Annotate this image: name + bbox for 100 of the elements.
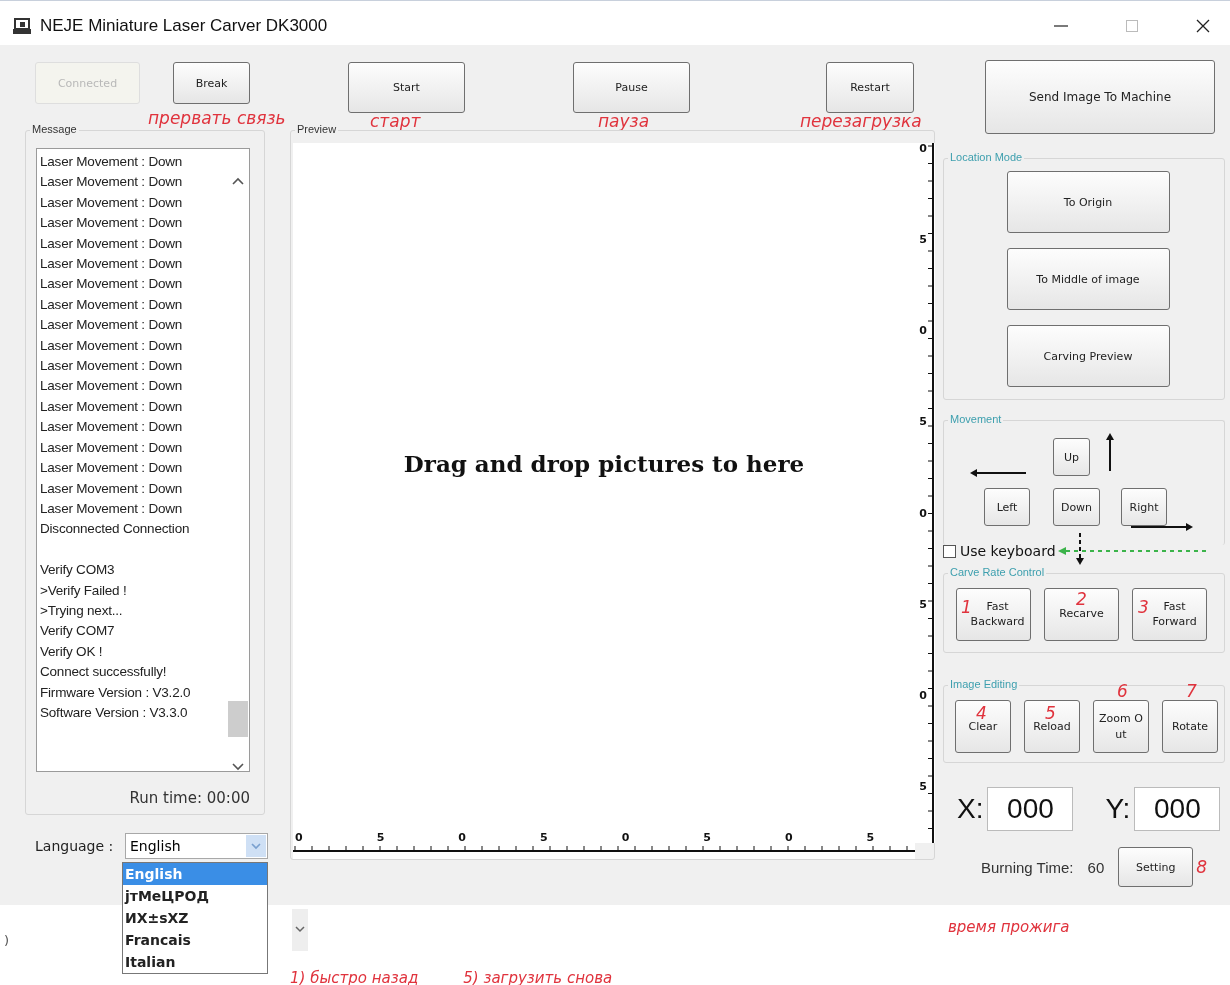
dotted-arrow-icon: [1057, 547, 1208, 555]
ruler-label: 5: [539, 832, 548, 844]
scrollbar-thumb[interactable]: [228, 701, 248, 737]
message-line: >Verify Failed !: [40, 581, 128, 600]
ruler-label: 5: [919, 781, 927, 793]
ruler-label: 5: [376, 832, 385, 844]
ruler-label: 5: [866, 832, 875, 844]
ruler-label: 5: [919, 234, 927, 247]
annotation: старт: [370, 111, 421, 131]
image-editing-button[interactable]: Zoom Out: [1093, 700, 1149, 753]
y-label: Y:: [1105, 793, 1131, 825]
annotation: время прожига: [948, 918, 1070, 936]
checkbox-label: Use keyboard: [960, 543, 1056, 559]
x-field[interactable]: 000: [987, 787, 1074, 831]
annotation-number: 6: [1117, 682, 1128, 700]
right-button[interactable]: Right: [1121, 488, 1167, 526]
message-line: Laser Movement : Down: [40, 234, 184, 253]
ruler-label: 0: [621, 832, 630, 844]
down-button[interactable]: Down: [1053, 488, 1100, 526]
ruler-label: 0: [784, 832, 793, 844]
language-dropdown[interactable]: English: [125, 833, 268, 859]
arrow-up-icon: [1106, 433, 1114, 471]
annotation-number: 8: [1196, 858, 1208, 876]
up-button[interactable]: Up: [1053, 438, 1090, 476]
message-line: Verify COM3: [40, 561, 116, 580]
ruler-label: 5: [703, 832, 711, 844]
language-option[interactable]: Italian: [123, 951, 267, 973]
message-line: Connect successfully!: [40, 663, 168, 682]
annotation: прервать связь: [148, 108, 286, 128]
language-option[interactable]: ИХ±sXZ: [123, 907, 267, 929]
group-label: Image Editing: [948, 678, 1020, 690]
annotation: пауза: [598, 111, 650, 131]
group-label: Preview: [295, 123, 339, 135]
ruler-label: 0: [919, 143, 927, 155]
arrow-right-icon: [1131, 523, 1193, 531]
setting-button[interactable]: Setting: [1118, 847, 1194, 887]
control-button[interactable]: Start: [348, 62, 465, 113]
send-image-button[interactable]: Send Image To Machine: [985, 60, 1215, 134]
group-label: Message: [30, 123, 79, 135]
message-line: Laser Movement : Down: [40, 357, 184, 376]
language-option[interactable]: Francais: [123, 929, 267, 951]
message-line: Laser Movement : Down: [40, 153, 184, 171]
group-label: Carve Rate Control: [948, 566, 1047, 578]
message-line: Laser Movement : Down: [40, 295, 184, 314]
ruler-label: 5: [919, 416, 927, 429]
message-line: Laser Movement : Down: [40, 173, 184, 192]
message-line: Laser Movement : Down: [40, 336, 184, 355]
control-button[interactable]: Restart: [826, 62, 914, 113]
left-button[interactable]: Left: [984, 488, 1030, 526]
message-line: Laser Movement : Down: [40, 255, 184, 274]
app-icon: [12, 17, 32, 35]
annotation-number: 2: [1076, 590, 1087, 608]
location-button[interactable]: To Origin: [1006, 171, 1170, 233]
arrow-down-icon: [1076, 533, 1084, 565]
message-line: Laser Movement : Down: [40, 499, 184, 518]
message-line: Laser Movement : Down: [40, 316, 184, 335]
burning-time-value: 60: [1087, 858, 1105, 876]
scroll-down-icon[interactable]: [232, 763, 244, 771]
close-icon[interactable]: [1196, 19, 1210, 33]
message-line: Verify COM7: [40, 622, 116, 641]
message-line: Laser Movement : Down: [40, 193, 184, 212]
group-label: Movement: [948, 413, 1004, 425]
ruler-label: 0: [919, 325, 927, 338]
annotation-number: 5: [1045, 704, 1056, 722]
ruler-label: 0: [919, 689, 927, 702]
y-field[interactable]: 000: [1134, 787, 1221, 831]
message-line: Laser Movement : Down: [40, 275, 184, 294]
window-title: NEJE Miniature Laser Carver DK3000: [40, 16, 328, 36]
annotation-number: 1: [961, 598, 972, 616]
language-label: Language :: [35, 838, 115, 854]
message-line: Laser Movement : Down: [40, 397, 184, 416]
burning-time-label: Burning Time:: [981, 858, 1074, 876]
arrow-left-icon: [970, 469, 1026, 477]
location-button[interactable]: Carving Preview: [1006, 325, 1170, 387]
message-line: Firmware Version : V3.2.0: [40, 683, 192, 702]
connection-button[interactable]: Break: [173, 62, 250, 104]
checkbox[interactable]: [943, 544, 956, 558]
control-button[interactable]: Pause: [573, 62, 690, 113]
drop-hint: Drag and drop pictures to here: [403, 449, 805, 477]
run-time-label: Run time: 00:00: [129, 789, 250, 807]
location-button[interactable]: To Middle of image: [1006, 248, 1170, 310]
x-label: X:: [957, 793, 984, 825]
ruler-label: 5: [919, 598, 927, 611]
message-line: Software Version : V3.3.0: [40, 703, 189, 722]
message-line: Laser Movement : Down: [40, 479, 184, 498]
message-line: Laser Movement : Down: [40, 377, 184, 396]
annotation-number: 3: [1138, 598, 1149, 616]
message-line: Disconnected Connection: [40, 520, 191, 539]
message-line: >Trying next...: [40, 601, 124, 620]
message-line: Laser Movement : Down: [40, 438, 184, 457]
message-line: Laser Movement : Down: [40, 418, 184, 437]
scroll-up-icon[interactable]: [232, 177, 244, 185]
ruler-label: 0: [295, 832, 303, 844]
annotation-number: 4: [976, 704, 987, 722]
annotation-number: 7: [1186, 682, 1197, 700]
annotation: перезагрузка: [800, 111, 922, 131]
message-line: Laser Movement : Down: [40, 214, 184, 233]
image-editing-button[interactable]: Rotate: [1162, 700, 1218, 753]
chevron-down-icon: [292, 909, 308, 951]
language-option[interactable]: jтMeЦРОД: [123, 885, 267, 907]
